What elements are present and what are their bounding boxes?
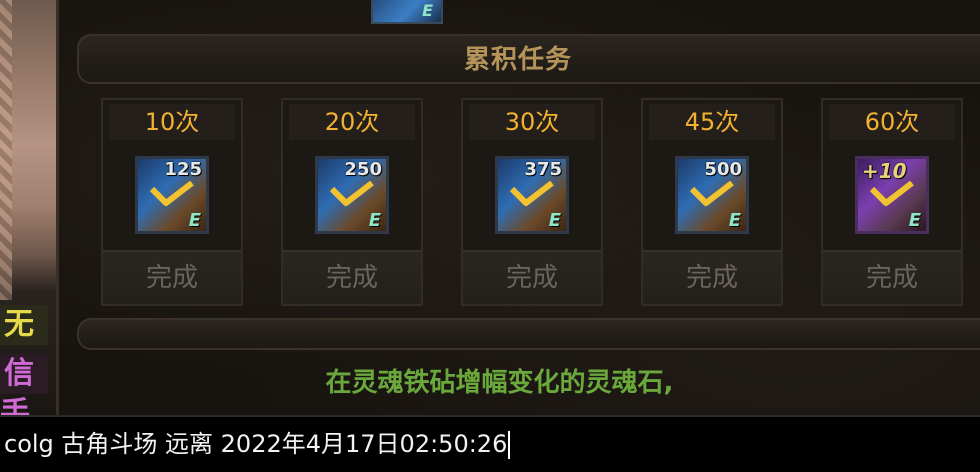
checkmark-icon (870, 181, 914, 206)
chat-input-text: colg 古角斗场 远离 2022年4月17日02:50:26 (4, 430, 508, 458)
complete-button[interactable]: 完成 (103, 250, 241, 304)
reward-card-2: 20次 250 E 完成 (281, 98, 423, 306)
reward-card-3: 30次 375 E 完成 (461, 98, 603, 306)
reward-count: 30次 (469, 104, 595, 140)
side-chip-1: 无 (0, 305, 48, 345)
checkmark-icon (690, 181, 734, 206)
amplify-ticket-icon[interactable]: +10 E (855, 156, 929, 234)
reward-amount: 500 (704, 159, 742, 180)
reward-card-5: 60次 +10 E 完成 (821, 98, 963, 306)
epic-letter: E (188, 210, 201, 231)
reward-count: 60次 (829, 104, 955, 140)
epic-ticket-icon[interactable]: 500 E (675, 156, 749, 234)
side-chip-2: 信 手 (0, 354, 48, 431)
epic-letter: E (908, 210, 921, 231)
top-reward-icon[interactable]: E (371, 0, 443, 24)
reward-count: 10次 (109, 104, 235, 140)
checkmark-icon (150, 181, 194, 206)
accumulated-quest-panel: E 累积任务 10次 125 E 完成 20次 250 E 完成 30次 375… (56, 0, 980, 415)
checkmark-icon (510, 181, 554, 206)
epic-letter: E (728, 210, 741, 231)
epic-ticket-icon[interactable]: 250 E (315, 156, 389, 234)
epic-letter: E (548, 210, 561, 231)
epic-ticket-icon[interactable]: 125 E (135, 156, 209, 234)
chat-input[interactable]: colg 古角斗场 远离 2022年4月17日02:50:26 (0, 417, 980, 472)
reward-count: 20次 (289, 104, 415, 140)
background-window-strip: 无 信 手 (0, 0, 56, 431)
decorative-pattern (0, 0, 12, 300)
epic-letter: E (368, 210, 381, 231)
chat-bar: colg 古角斗场 远离 2022年4月17日02:50:26 (0, 415, 980, 472)
reward-amount: 375 (524, 159, 562, 180)
complete-button[interactable]: 完成 (283, 250, 421, 304)
complete-button[interactable]: 完成 (823, 250, 961, 304)
hint-text: 在灵魂铁砧增幅变化的灵魂石, (325, 368, 674, 398)
section-divider (77, 318, 980, 350)
reward-card-4: 45次 500 E 完成 (641, 98, 783, 306)
reward-count: 45次 (649, 104, 775, 140)
reward-amount: +10 (862, 159, 907, 183)
reward-amount: 250 (344, 159, 382, 180)
section-title: 累积任务 (463, 45, 572, 75)
text-caret (508, 431, 511, 459)
checkmark-icon (330, 181, 374, 206)
complete-button[interactable]: 完成 (643, 250, 781, 304)
section-header-bar: 累积任务 (77, 34, 980, 84)
epic-ticket-icon[interactable]: 375 E (495, 156, 569, 234)
reward-card-1: 10次 125 E 完成 (101, 98, 243, 306)
epic-letter: E (422, 1, 433, 20)
reward-amount: 125 (164, 159, 202, 180)
complete-button[interactable]: 完成 (463, 250, 601, 304)
